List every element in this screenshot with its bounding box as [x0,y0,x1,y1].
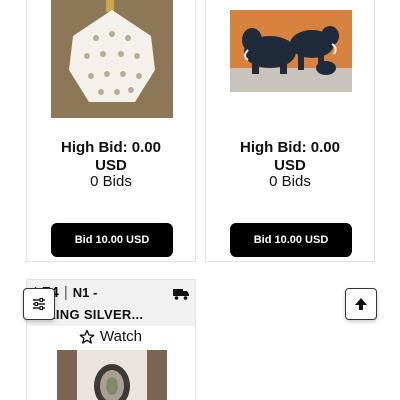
lot-separator: | [63,284,68,301]
star-outline-icon [79,329,95,344]
watch-label: Watch [100,328,142,345]
truck-icon [173,289,189,300]
high-bid-label: High Bid: 0.00 USD [239,139,340,174]
sliders-icon [33,298,45,310]
scroll-to-top-button[interactable] [345,288,377,320]
item-image[interactable] [57,350,167,400]
item-image[interactable] [51,0,173,118]
auction-item-card[interactable]: High Bid: 0.00 USD 0 Bids Bid 10.00 USD [205,0,375,262]
watch-button[interactable]: Watch [79,328,142,345]
bid-count: 0 Bids [90,173,132,190]
bid-button[interactable]: Bid 10.00 USD [230,223,352,257]
lot-code: N1 - [72,285,98,300]
bid-button[interactable]: Bid 10.00 USD [51,223,173,257]
item-image[interactable] [230,10,352,92]
high-bid-label: High Bid: 0.00 USD [60,139,161,174]
auction-item-card[interactable]: High Bid: 0.00 USD 0 Bids Bid 10.00 USD [26,0,196,262]
filter-button[interactable] [23,288,55,320]
bid-count: 0 Bids [269,173,311,190]
arrow-up-icon [355,298,367,310]
